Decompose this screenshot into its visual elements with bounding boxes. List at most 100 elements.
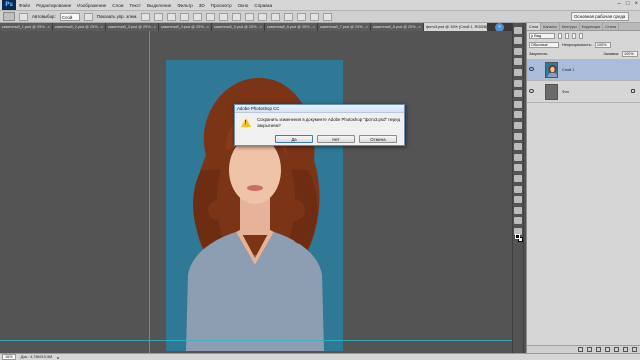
menu-view[interactable]: Просмотр	[208, 3, 235, 8]
yes-button[interactable]: Да	[275, 135, 313, 143]
document-tab[interactable]: каменный_2.psd @ 25%... ×	[53, 23, 106, 31]
workspace-dropdown[interactable]: Основная рабочая среда	[571, 12, 629, 21]
distribute-middle-icon[interactable]	[232, 12, 242, 21]
3d-pan-icon[interactable]	[323, 12, 333, 21]
menu-layers[interactable]: Слои	[109, 3, 126, 8]
menu-select[interactable]: Выделение	[144, 3, 174, 8]
layer-row[interactable]: Слой 1	[527, 59, 640, 81]
align-right-icon[interactable]	[206, 12, 216, 21]
filter-shape-icon[interactable]	[579, 33, 583, 39]
layer-row[interactable]: Фон	[527, 81, 640, 103]
align-left-icon[interactable]	[180, 12, 190, 21]
menu-help[interactable]: Справка	[251, 3, 275, 8]
fill-field[interactable]: 100%	[622, 51, 638, 57]
tab-channels[interactable]: Каналы	[541, 23, 560, 30]
blend-mode-dropdown[interactable]: Обычные	[529, 42, 559, 48]
align-center-icon[interactable]	[193, 12, 203, 21]
tab-close-icon[interactable]: ×	[207, 23, 209, 31]
move-tool-icon[interactable]	[514, 26, 522, 34]
menu-3d[interactable]: 3D	[196, 3, 208, 8]
blur-tool-icon[interactable]	[514, 153, 522, 161]
dodge-tool-icon[interactable]	[514, 164, 522, 172]
canvas-area[interactable]	[0, 31, 512, 353]
tab-close-icon[interactable]: ×	[366, 23, 368, 31]
clone-stamp-icon[interactable]	[514, 111, 522, 119]
document-tab[interactable]: каменный_7.psd @ 25%... ×	[318, 23, 371, 31]
filter-adjust-icon[interactable]	[565, 33, 569, 39]
menu-edit[interactable]: Редактирование	[33, 3, 74, 8]
pen-tool-icon[interactable]	[514, 174, 522, 182]
eyedropper-tool-icon[interactable]	[514, 79, 522, 87]
tab-close-icon[interactable]: ×	[313, 23, 315, 31]
brush-tool-icon[interactable]	[514, 100, 522, 108]
distribute-top-icon[interactable]	[219, 12, 229, 21]
menu-filter[interactable]: Фильтр	[174, 3, 195, 8]
hand-tool-icon[interactable]	[514, 217, 522, 225]
document-tab[interactable]: каменный_3.psd @ 25%... ×	[106, 23, 159, 31]
document-tab[interactable]: каменный_5.psd @ 25%... ×	[212, 23, 265, 31]
add-mask-icon[interactable]	[596, 347, 601, 352]
align-top-icon[interactable]	[141, 12, 151, 21]
tab-adjustments[interactable]: Коррекция	[580, 23, 604, 30]
menu-window[interactable]: Окно	[235, 3, 252, 8]
layer-style-icon[interactable]	[587, 347, 592, 352]
history-brush-icon[interactable]	[514, 121, 522, 129]
3d-rotate-icon[interactable]	[310, 12, 320, 21]
3d-mode-icon[interactable]	[297, 12, 307, 21]
align-middle-icon[interactable]	[154, 12, 164, 21]
cancel-button[interactable]: Отмена	[359, 135, 397, 143]
trash-icon[interactable]	[632, 347, 637, 352]
lasso-tool-icon[interactable]	[514, 47, 522, 55]
document-size-info[interactable]: Док.: 4,76M/10,9M	[21, 355, 53, 359]
document-tab-active[interactable]: фото3.psd @ 16% (Слой 1, RGB/8) *×	[424, 23, 488, 31]
adjustment-layer-icon[interactable]	[605, 347, 610, 352]
gradient-tool-icon[interactable]	[514, 143, 522, 151]
document-tab[interactable]: каменный_4.psd @ 25%... ×	[159, 23, 212, 31]
visibility-eye-icon[interactable]	[529, 89, 534, 93]
healing-brush-icon[interactable]	[514, 90, 522, 98]
tab-layers[interactable]: Слои	[527, 23, 542, 30]
align-bottom-icon[interactable]	[167, 12, 177, 21]
move-tool-preset-icon[interactable]	[3, 12, 15, 21]
opacity-field[interactable]: 100%	[594, 42, 611, 48]
type-tool-icon[interactable]	[514, 185, 522, 193]
tab-close-icon[interactable]: ×	[154, 23, 156, 31]
crop-tool-icon[interactable]	[514, 68, 522, 76]
filter-type-icon[interactable]	[572, 33, 576, 39]
new-group-icon[interactable]	[614, 347, 619, 352]
tab-styles[interactable]: Стили	[603, 23, 620, 30]
menu-file[interactable]: Файл	[16, 3, 33, 8]
document-tab[interactable]: каменный_8.psd @ 25%... ×	[371, 23, 424, 31]
distribute-left-icon[interactable]	[258, 12, 268, 21]
menu-text[interactable]: Текст	[126, 3, 144, 8]
guide-horizontal[interactable]	[0, 340, 512, 341]
menu-image[interactable]: Изображение	[74, 3, 109, 8]
shape-tool-icon[interactable]	[514, 206, 522, 214]
filter-pixel-icon[interactable]	[558, 33, 562, 39]
show-controls-checkbox[interactable]	[83, 12, 93, 21]
document-tab[interactable]: каменный_1.psd @ 25%... ×	[0, 23, 53, 31]
tab-close-icon[interactable]: ×	[48, 23, 50, 31]
layer-filter-dropdown[interactable]: ρ Вид	[529, 33, 555, 39]
foreground-color-swatch[interactable]	[515, 234, 520, 239]
no-button[interactable]: Нет	[317, 135, 355, 143]
path-select-icon[interactable]	[514, 196, 522, 204]
marquee-tool-icon[interactable]	[514, 37, 522, 45]
distribute-center-icon[interactable]	[271, 12, 281, 21]
visibility-eye-icon[interactable]	[529, 67, 534, 71]
maximize-icon[interactable]: □	[626, 1, 630, 7]
tab-paths[interactable]: Контуры	[560, 23, 580, 30]
distribute-right-icon[interactable]	[284, 12, 294, 21]
tab-close-icon[interactable]: ×	[260, 23, 262, 31]
guide-vertical[interactable]	[149, 31, 150, 353]
minimize-icon[interactable]: –	[618, 1, 621, 7]
tab-close-icon[interactable]: ×	[101, 23, 103, 31]
quick-select-tool-icon[interactable]	[514, 58, 522, 66]
new-layer-icon[interactable]	[623, 347, 628, 352]
distribute-bottom-icon[interactable]	[245, 12, 255, 21]
status-arrow-icon[interactable]: ▸	[57, 355, 59, 360]
link-layers-icon[interactable]	[578, 347, 583, 352]
zoom-level-field[interactable]: 16%	[2, 354, 16, 360]
autoselect-dropdown[interactable]: Слой	[59, 12, 80, 21]
document-tab[interactable]: каменный_6.psd @ 25%... ×	[265, 23, 318, 31]
